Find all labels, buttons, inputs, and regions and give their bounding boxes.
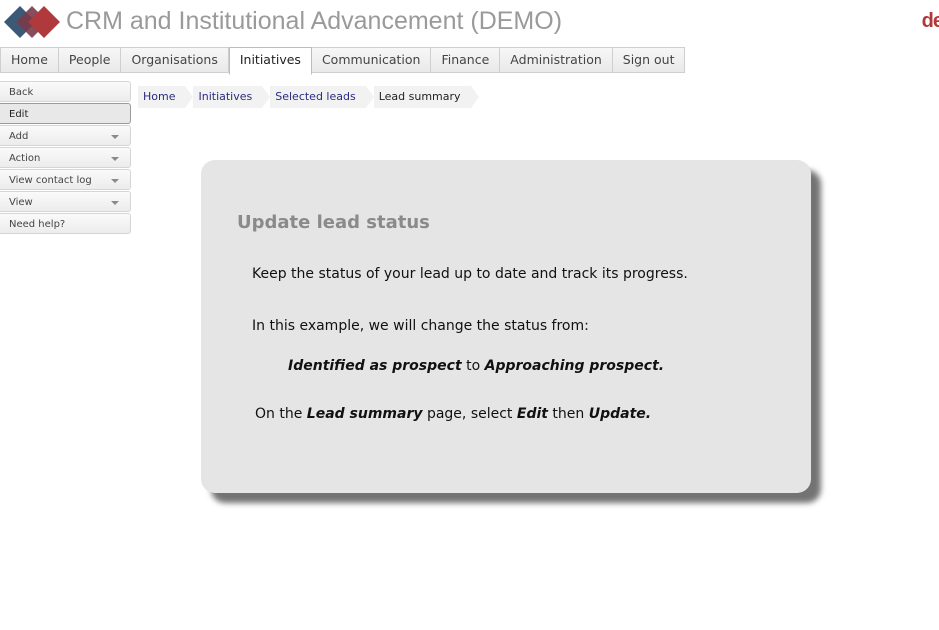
dialog-intro-text: Keep the status of your lead up to date … — [252, 266, 688, 282]
tab-finance[interactable]: Finance — [431, 48, 501, 72]
edit-word: Edit — [516, 406, 548, 422]
sidebar-item-label: Add — [9, 131, 29, 142]
instruction-mid: page, select — [426, 406, 513, 422]
brand-mark: de — [921, 10, 939, 32]
sidebar-item-edit[interactable]: Edit — [0, 103, 131, 124]
dialog-example-text: In this example, we will change the stat… — [252, 318, 589, 334]
instruction-prefix: On the — [255, 406, 303, 422]
sidebar-item-view[interactable]: View — [0, 191, 131, 212]
sidebar-item-label: Action — [9, 153, 41, 164]
sidebar-item-label: Back — [9, 87, 34, 98]
sidebar-item-view-contact-log[interactable]: View contact log — [0, 169, 131, 190]
dialog-status-change: Identified as prospect to Approaching pr… — [288, 358, 664, 374]
breadcrumb-lead-summary[interactable]: Lead summary — [373, 86, 479, 108]
top-navigation: Home People Organisations Initiatives Co… — [0, 47, 686, 75]
to-word: to — [466, 358, 481, 374]
tab-organisations[interactable]: Organisations — [121, 48, 229, 72]
dialog-title: Update lead status — [237, 212, 430, 233]
from-status: Identified as prospect — [288, 358, 462, 374]
tutorial-dialog: Update lead status Keep the status of yo… — [201, 160, 811, 493]
breadcrumb-selected-leads[interactable]: Selected leads — [270, 86, 375, 108]
breadcrumb: Home Initiatives Selected leads Lead sum… — [138, 86, 479, 108]
tab-communication[interactable]: Communication — [311, 48, 432, 72]
sidebar-item-need-help[interactable]: Need help? — [0, 213, 131, 234]
chevron-down-icon — [111, 201, 119, 205]
breadcrumb-home[interactable]: Home — [138, 86, 195, 108]
chevron-down-icon — [111, 179, 119, 183]
breadcrumb-initiatives[interactable]: Initiatives — [193, 86, 270, 108]
tab-people[interactable]: People — [58, 48, 122, 72]
dialog-instruction: On the Lead summary page, select Edit th… — [255, 406, 651, 422]
tab-administration[interactable]: Administration — [500, 48, 613, 72]
sidebar-item-label: Need help? — [9, 219, 66, 230]
to-status: Approaching prospect. — [484, 358, 665, 374]
sidebar-item-label: View contact log — [9, 175, 92, 186]
app-title: CRM and Institutional Advancement (DEMO) — [66, 7, 563, 35]
sidebar-item-label: View — [9, 197, 33, 208]
page-name: Lead summary — [306, 406, 423, 422]
update-word: Update. — [588, 406, 652, 422]
sidebar-item-add[interactable]: Add — [0, 125, 131, 146]
tab-initiatives[interactable]: Initiatives — [228, 47, 312, 75]
sidebar-item-action[interactable]: Action — [0, 147, 131, 168]
tab-sign-out[interactable]: Sign out — [612, 48, 685, 72]
chevron-down-icon — [111, 157, 119, 161]
sidebar-item-label: Edit — [9, 109, 29, 120]
chevron-down-icon — [111, 135, 119, 139]
sidebar: Back Edit Add Action View contact log Vi… — [0, 81, 131, 235]
sidebar-item-back[interactable]: Back — [0, 81, 131, 102]
then-word: then — [552, 406, 585, 422]
tab-home[interactable]: Home — [1, 48, 59, 72]
app-logo — [4, 6, 60, 38]
